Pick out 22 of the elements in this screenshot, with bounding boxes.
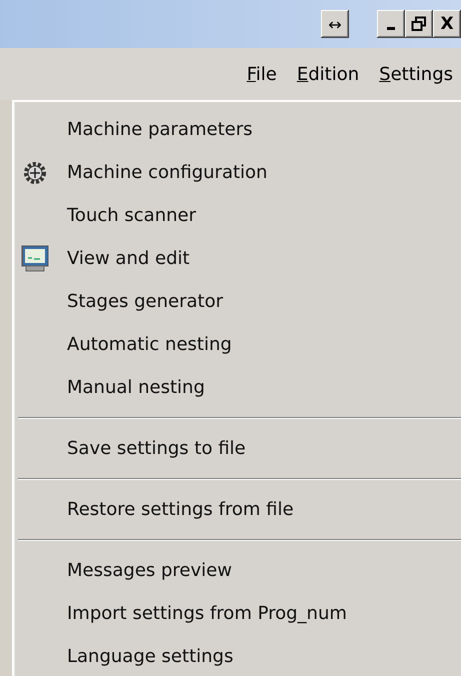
- menu-item[interactable]: Machine parameters: [67, 119, 252, 140]
- menu-item[interactable]: Language settings: [67, 646, 234, 667]
- menu-bar-item[interactable]: File: [246, 64, 277, 84]
- menu-item[interactable]: Manual nesting: [67, 377, 205, 398]
- menu-bar-item[interactable]: Edition: [296, 64, 360, 84]
- minimize-button[interactable]: [377, 10, 405, 38]
- restore-button[interactable]: [405, 10, 433, 38]
- menu-item[interactable]: Import settings from Prog_num: [67, 603, 347, 624]
- minimize-icon: [387, 26, 395, 30]
- menu-item[interactable]: Save settings to file: [67, 438, 246, 459]
- restore-icon: [411, 16, 427, 32]
- menu-item[interactable]: Stages generator: [67, 291, 223, 312]
- menu-item[interactable]: Touch scanner: [67, 205, 196, 226]
- resize-button[interactable]: ↔: [321, 10, 349, 38]
- menu-item[interactable]: Machine configuration: [67, 162, 268, 183]
- menu-bar-item[interactable]: Settings: [379, 64, 453, 84]
- menu-item[interactable]: Restore settings from file: [67, 499, 294, 520]
- monitor-icon: [20, 244, 50, 274]
- close-button[interactable]: X: [433, 10, 461, 38]
- menu-item[interactable]: Messages preview: [67, 560, 232, 581]
- menu-item[interactable]: Automatic nesting: [67, 334, 232, 355]
- menu-item[interactable]: View and edit: [67, 248, 190, 269]
